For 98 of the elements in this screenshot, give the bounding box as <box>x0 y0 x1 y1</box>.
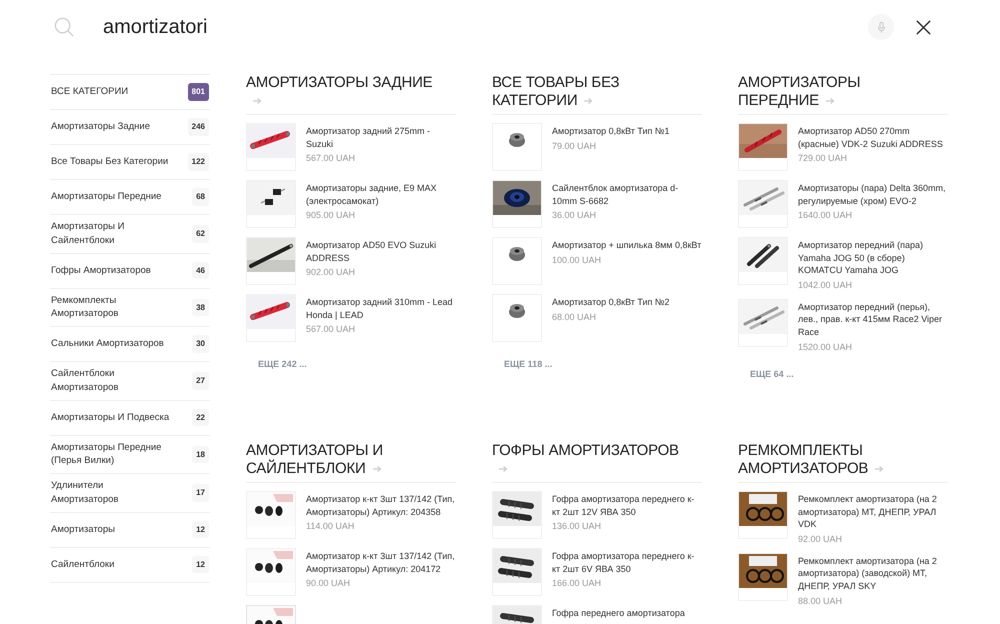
product-thumbnail[interactable] <box>738 298 788 347</box>
section-title[interactable]: ГОФРЫ АМОРТИЗАТОРОВ <box>492 442 692 478</box>
product-thumbnail[interactable] <box>738 552 788 601</box>
search-field[interactable]: amortizatori <box>103 16 863 38</box>
product-name[interactable]: Амортизатор к-кт 3шт 137/142 (Тип, Амортизаторы) Артикул: 204358 <box>306 493 456 518</box>
microphone-icon <box>876 20 886 34</box>
product-thumbnail[interactable] <box>492 548 542 596</box>
category-link[interactable]: Амортизаторы И Подвеска <box>51 410 170 424</box>
section-title[interactable]: АМОРТИЗАТОРЫ ПЕРЕДНИЕ <box>738 74 938 110</box>
arrow-icon <box>372 465 382 473</box>
arrow-icon <box>824 97 835 105</box>
product-price: 567.00 UAH <box>306 153 356 164</box>
section-title[interactable]: АМОРТИЗАТОРЫ ЗАДНИЕ <box>246 74 446 110</box>
product-price: 1640.00 UAH <box>798 210 854 220</box>
product-thumbnail[interactable] <box>246 237 296 285</box>
section-title[interactable]: ВСЕ ТОВАРЫ БЕЗ КАТЕГОРИИ <box>492 74 692 110</box>
count-badge: 18 <box>192 446 209 464</box>
category-link[interactable]: Сайлентблоки Амортизаторов <box>51 367 171 395</box>
product-name[interactable]: Амортизатор передний (перья), лев., прав. к-кт 415мм Race2 Viper Race <box>798 300 948 339</box>
count-badge: 12 <box>192 556 209 574</box>
product-name[interactable]: Гофра амортизатора переднего к-кт 2шт 6V ЯВА 350 <box>552 550 702 576</box>
product-price: 1520.00 UAH <box>798 342 854 352</box>
product-thumbnail[interactable] <box>492 180 542 228</box>
category-link[interactable]: Ремкомплекты Амортизаторов <box>51 294 171 322</box>
product-thumbnail[interactable] <box>246 123 296 171</box>
category-link[interactable]: Удлинители Амортизаторов <box>51 479 171 507</box>
product-name[interactable]: Амортизатор задний 275mm - Suzuki <box>306 125 456 150</box>
product-name[interactable]: Амортизатор + шпилька 8мм 0,8кВт <box>552 239 702 252</box>
product-price: 166.00 UAH <box>552 578 602 588</box>
count-badge: 801 <box>188 83 209 101</box>
count-badge: 12 <box>192 520 209 538</box>
product-name[interactable]: Амортизатор 0,8кВт Тип №2 <box>552 296 670 309</box>
product-thumbnail[interactable] <box>738 237 788 285</box>
product-price: 36.00 UAH <box>552 210 598 220</box>
product-name[interactable]: Ремкомплект амортизатора (на 2 амортизатора) (заводской) МТ, ДНЕПР, УРАЛ SKY <box>798 554 948 593</box>
product-price: 1042.00 UAH <box>798 280 854 290</box>
product-price: 729.00 UAH <box>798 153 848 164</box>
product-name[interactable]: Сайлентблок амортизатора d-10mm S-6682 <box>552 182 702 208</box>
product-thumbnail[interactable] <box>246 294 296 342</box>
category-link[interactable]: Амортизаторы Задние <box>51 120 150 134</box>
arrow-icon <box>874 465 884 473</box>
product-name[interactable]: Амортизатор AD50 EVO Suzuki ADDRESS <box>306 239 456 264</box>
count-badge: 22 <box>192 408 209 426</box>
product-name[interactable]: Амортизатор к-кт 3шт 137/142 (Тип, Амортизаторы) Артикул: 204172 <box>306 550 456 576</box>
product-price: 114.00 UAH <box>306 521 356 532</box>
product-thumbnail[interactable] <box>492 294 542 342</box>
product-name[interactable]: Амортизатор задний 310mm - Lead Honda | LEAD <box>306 296 456 322</box>
product-price: 136.00 UAH <box>552 521 602 532</box>
category-link[interactable]: ВСЕ КАТЕГОРИИ <box>51 85 128 99</box>
product-price: 79.00 UAH <box>552 140 598 151</box>
arrow-icon <box>583 97 594 105</box>
product-thumbnail[interactable] <box>738 180 788 228</box>
count-badge: 68 <box>192 188 209 206</box>
product-name[interactable]: Амортизаторы (пара) Delta 360mm, регулируемые (хром) EVO-2 <box>798 182 948 208</box>
product-name[interactable]: Амортизатор AD50 270mm (красные) VDK-2 Suzuki ADDRESS <box>798 125 948 150</box>
product-thumbnail[interactable] <box>492 237 542 285</box>
count-badge: 17 <box>192 484 209 502</box>
product-price: 567.00 UAH <box>306 324 356 334</box>
category-link[interactable]: Амортизаторы Передние <box>51 190 162 204</box>
product-price: 100.00 UAH <box>552 254 602 265</box>
product-thumbnail[interactable] <box>738 491 788 539</box>
product-thumbnail[interactable] <box>492 123 542 171</box>
count-badge: 122 <box>188 153 209 171</box>
count-badge: 27 <box>192 372 209 390</box>
product-name[interactable]: Амортизатор 0,8кВт Тип №1 <box>552 125 670 138</box>
count-badge: 62 <box>192 224 209 243</box>
product-thumbnail[interactable] <box>246 180 296 228</box>
product-thumbnail[interactable] <box>246 491 296 539</box>
product-price: 90.00 UAH <box>306 578 352 588</box>
count-badge: 30 <box>192 335 209 353</box>
product-name[interactable]: Гофра амортизатора переднего к-кт 2шт 12V ЯВА 350 <box>552 493 702 518</box>
category-link[interactable]: Сайлентблоки <box>51 558 114 572</box>
product-thumbnail[interactable] <box>246 548 296 596</box>
product-name[interactable]: Амортизаторы задние, E9 MAX (электросамокат) <box>306 182 456 208</box>
category-link[interactable]: Амортизаторы <box>51 522 115 537</box>
product-name[interactable]: Амортизатор передний (пара) Yamaha JOG 50 (в сборе) KOMATCU Yamaha JOG <box>798 239 948 277</box>
product-thumbnail[interactable] <box>738 123 788 171</box>
arrow-icon <box>252 97 262 105</box>
category-link[interactable]: Амортизаторы Передние (Перья Вилки) <box>51 440 171 468</box>
category-link[interactable]: Амортизаторы И Сайлентблоки <box>51 220 171 248</box>
count-badge: 38 <box>192 298 209 316</box>
product-thumbnail[interactable] <box>492 491 542 539</box>
product-name[interactable]: Ремкомплект амортизатора (на 2 амортизатора) МТ, ДНЕПР, УРАЛ VDK <box>798 493 948 531</box>
category-link[interactable]: Сальники Амортизаторов <box>51 337 164 351</box>
count-badge: 246 <box>188 118 209 136</box>
category-link[interactable]: Гофры Амортизаторов <box>51 264 151 278</box>
section-title[interactable]: РЕМКОМПЛЕКТЫ АМОРТИЗАТОРОВ <box>738 442 938 478</box>
arrow-icon <box>498 465 508 473</box>
product-price: 905.00 UAH <box>306 210 356 220</box>
product-price: 902.00 UAH <box>306 267 356 278</box>
product-price: 68.00 UAH <box>552 312 598 322</box>
category-link[interactable]: Все Товары Без Категории <box>51 155 168 169</box>
product-name[interactable]: Гофра переднего амортизатора <box>552 607 685 620</box>
product-price: 88.00 UAH <box>798 596 844 606</box>
section-title[interactable]: АМОРТИЗАТОРЫ И САЙЛЕНТБЛОКИ <box>246 442 446 478</box>
count-badge: 46 <box>192 262 209 280</box>
close-icon[interactable] <box>915 18 932 36</box>
product-price: 92.00 UAH <box>798 534 844 544</box>
